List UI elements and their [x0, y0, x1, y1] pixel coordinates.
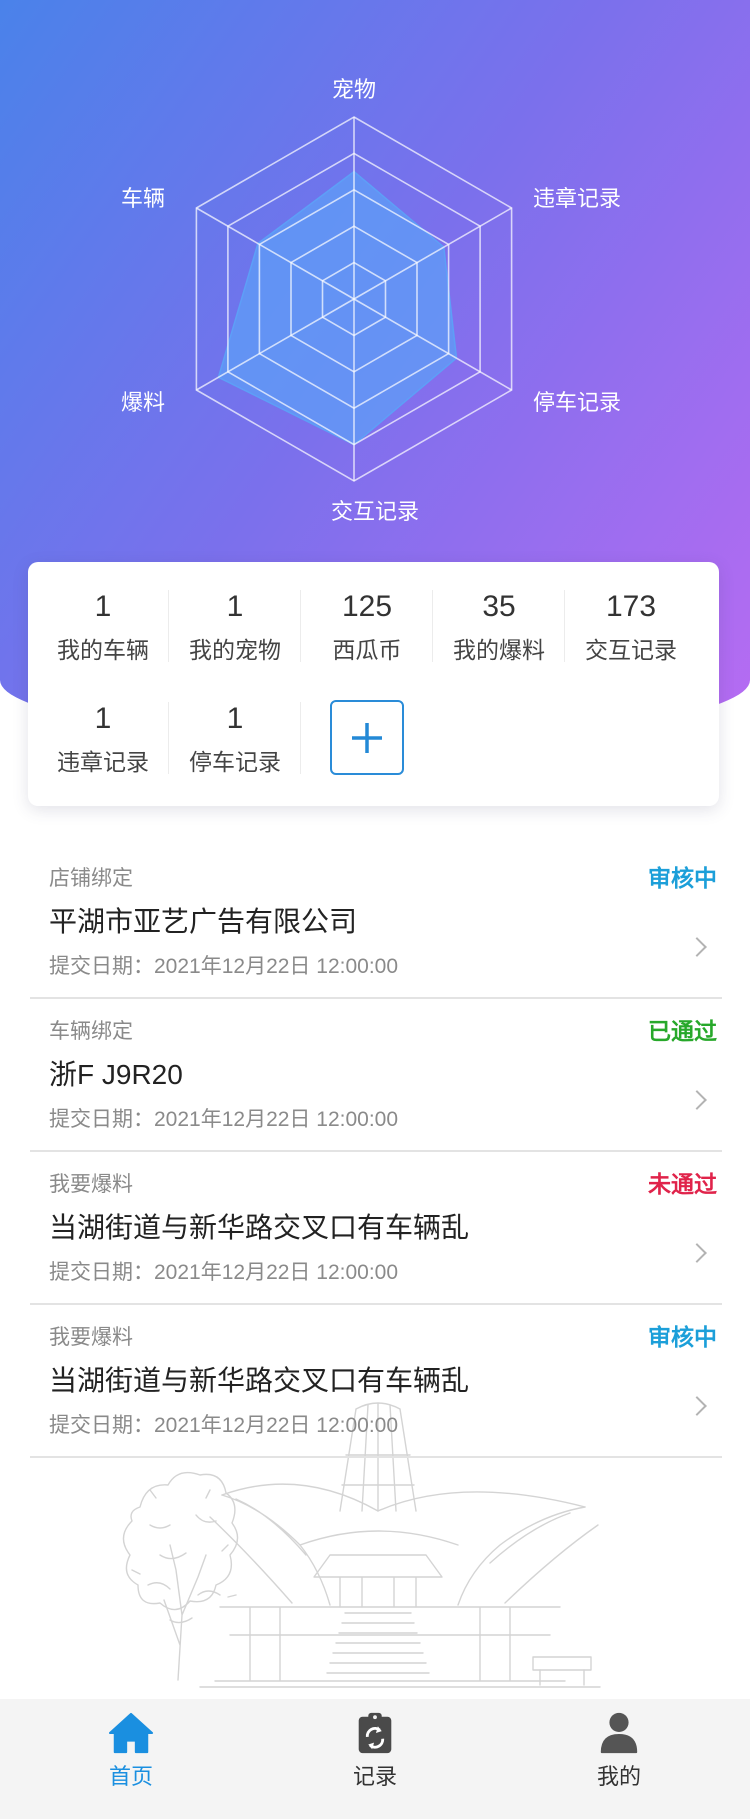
stat-label: 我的车辆: [57, 637, 149, 663]
tab-mine[interactable]: 我的: [497, 1699, 741, 1819]
record-category: 我要爆料: [49, 1326, 133, 1349]
stats-card: 1 我的车辆 1 我的宠物 125 西瓜币 35 我的爆料 173 交互记录 1: [28, 562, 719, 806]
stat-value: 1: [226, 702, 244, 735]
tab-records[interactable]: 记录: [253, 1699, 497, 1819]
record-status-badge: 未通过: [648, 1171, 717, 1197]
record-status-badge: 审核中: [648, 1324, 717, 1350]
record-submit-date: 提交日期：2021年12月22日 12:00:00: [49, 1261, 399, 1284]
stat-value: 1: [226, 590, 244, 623]
tab-label: 我的: [596, 1764, 641, 1789]
stat-label: 交互记录: [585, 637, 677, 663]
stat-label: 我的爆料: [453, 637, 545, 663]
radar-label-parking-records: 停车记录: [533, 390, 622, 415]
chevron-right-icon: [687, 1243, 707, 1263]
tab-home[interactable]: 首页: [9, 1699, 253, 1819]
records-list: 店铺绑定 审核中 平湖市亚艺广告有限公司 提交日期：2021年12月22日 12…: [30, 846, 722, 1458]
stat-value: 173: [605, 590, 657, 623]
record-submit-date: 提交日期：2021年12月22日 12:00:00: [49, 1414, 399, 1437]
stat-label: 我的宠物: [189, 637, 281, 663]
record-category: 店铺绑定: [49, 867, 133, 890]
list-item[interactable]: 店铺绑定 审核中 平湖市亚艺广告有限公司 提交日期：2021年12月22日 12…: [30, 846, 722, 999]
record-status-badge: 已通过: [648, 1018, 717, 1044]
record-category: 车辆绑定: [49, 1020, 133, 1043]
stats-row: 1 我的车辆 1 我的宠物 125 西瓜币 35 我的爆料 173 交互记录: [37, 562, 697, 674]
record-submit-date: 提交日期：2021年12月22日 12:00:00: [49, 1108, 399, 1131]
radar-label-interaction-records: 交互记录: [331, 499, 420, 524]
stat-value: 35: [482, 590, 516, 623]
radar-label-reports: 爆料: [120, 390, 165, 415]
tab-label: 首页: [108, 1764, 153, 1789]
stats-row: 1 违章记录 1 停车记录: [37, 674, 433, 806]
radar-label-violation-records: 违章记录: [533, 186, 622, 211]
record-category: 我要爆料: [49, 1173, 133, 1196]
stat-value: 1: [94, 590, 112, 623]
plus-icon: [352, 722, 382, 753]
stat-violation-records[interactable]: 1 违章记录: [37, 674, 169, 786]
clipboard-icon: [352, 1711, 398, 1755]
record-title: 浙F J9R20: [49, 1059, 183, 1090]
stat-label: 违章记录: [57, 749, 149, 775]
list-item[interactable]: 我要爆料 审核中 当湖街道与新华路交叉口有车辆乱 提交日期：2021年12月22…: [30, 1305, 722, 1458]
tab-label: 记录: [352, 1764, 397, 1789]
bottom-tab-bar: 首页 记录 我的: [0, 1699, 750, 1819]
home-icon: [108, 1711, 154, 1755]
record-title: 当湖街道与新华路交叉口有车辆乱: [49, 1212, 470, 1243]
stat-my-reports[interactable]: 35 我的爆料: [433, 562, 565, 674]
radar-label-pet: 宠物: [331, 77, 376, 102]
record-title: 当湖街道与新华路交叉口有车辆乱: [49, 1365, 470, 1396]
stat-parking-records[interactable]: 1 停车记录: [169, 674, 301, 786]
add-cell: [301, 674, 433, 806]
record-title: 平湖市亚艺广告有限公司: [49, 906, 358, 937]
list-item[interactable]: 车辆绑定 已通过 浙F J9R20 提交日期：2021年12月22日 12:00…: [30, 999, 722, 1152]
stat-label: 西瓜币: [332, 637, 402, 663]
stat-interaction-records[interactable]: 173 交互记录: [565, 562, 697, 674]
record-status-badge: 审核中: [648, 865, 717, 891]
record-submit-date: 提交日期：2021年12月22日 12:00:00: [49, 955, 399, 978]
user-icon: [596, 1711, 642, 1755]
chevron-right-icon: [687, 937, 707, 957]
chevron-right-icon: [687, 1396, 707, 1416]
stat-label: 停车记录: [189, 749, 281, 775]
add-button[interactable]: [330, 700, 404, 775]
radar-label-vehicles: 车辆: [120, 186, 165, 211]
stat-watermelon-coins[interactable]: 125 西瓜币: [301, 562, 433, 674]
app-screen: 宠物 违章记录 停车记录 交互记录 爆料 车辆 1 我的车辆 1 我的宠物 12…: [0, 0, 750, 1819]
stat-value: 1: [94, 702, 112, 735]
chevron-right-icon: [687, 1090, 707, 1110]
stat-value: 125: [341, 590, 393, 623]
stat-my-vehicles[interactable]: 1 我的车辆: [37, 562, 169, 674]
stat-my-pets[interactable]: 1 我的宠物: [169, 562, 301, 674]
list-item[interactable]: 我要爆料 未通过 当湖街道与新华路交叉口有车辆乱 提交日期：2021年12月22…: [30, 1152, 722, 1305]
